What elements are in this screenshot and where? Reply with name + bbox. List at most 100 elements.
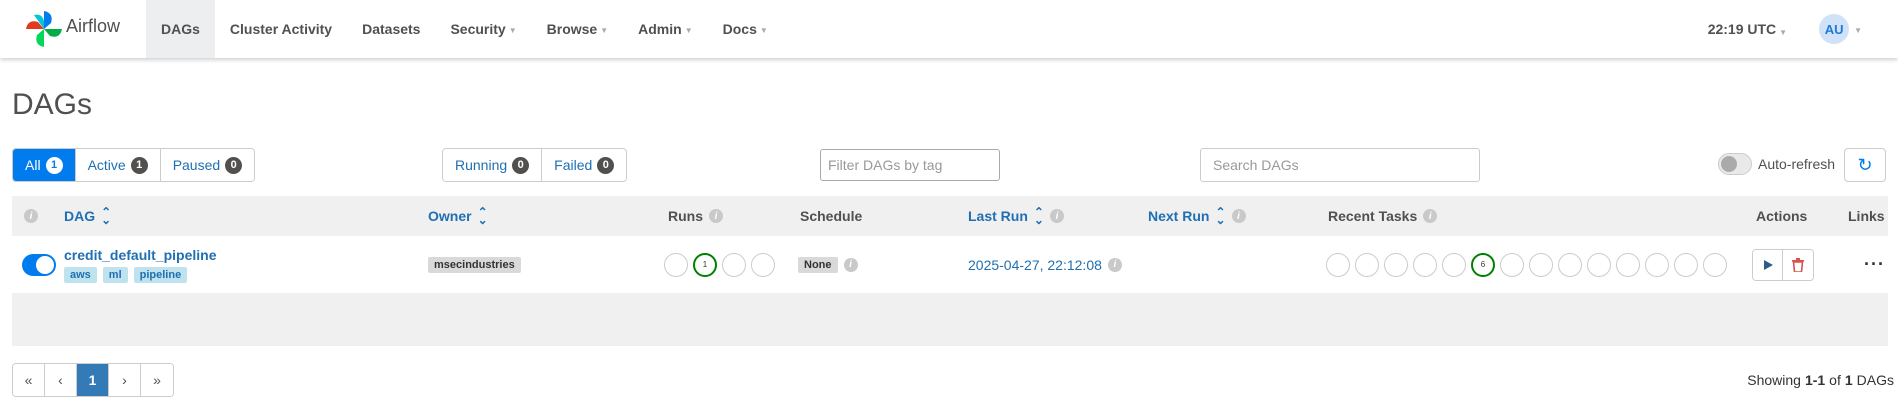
run-state-circle[interactable] xyxy=(722,252,746,277)
count-badge: 0 xyxy=(512,156,530,174)
tag-filter-input[interactable]: Filter DAGs by tag xyxy=(820,149,1000,181)
header-next-run[interactable]: Next Run ⌃ ⌄ i xyxy=(1148,196,1246,236)
current-page-button[interactable]: 1 xyxy=(77,364,109,396)
task-state-circle[interactable] xyxy=(1326,252,1350,277)
nav-label: Security xyxy=(450,21,506,37)
run-state-circle[interactable] xyxy=(664,252,688,277)
showing-prefix: Showing xyxy=(1747,372,1801,388)
tag-ml[interactable]: ml xyxy=(102,266,128,283)
header-label: Next Run xyxy=(1148,208,1210,224)
last-run-link[interactable]: 2025-04-27, 22:12:08 xyxy=(968,257,1102,273)
filter-failed-button[interactable]: Failed 0 xyxy=(542,149,627,181)
schedule-badge: None xyxy=(798,256,838,273)
table-header: i DAG ⌃ ⌄ Owner ⌃ ⌄ Runs i Schedule Last Run ⌃… xyxy=(12,196,1888,236)
owner-tag[interactable]: msecindustries xyxy=(428,256,521,273)
brand-name: Airflow xyxy=(66,15,121,36)
info-icon: i xyxy=(24,209,38,223)
dag-pause-toggle[interactable] xyxy=(22,253,56,276)
runs-cell: 1 xyxy=(664,236,780,293)
tag-aws[interactable]: aws xyxy=(64,266,97,283)
search-input[interactable]: Search DAGs xyxy=(1200,148,1480,182)
table-row: credit_default_pipeline aws ml pipeline … xyxy=(12,236,1888,293)
header-label: Actions xyxy=(1756,208,1808,224)
filter-label: Paused xyxy=(172,157,221,173)
header-label: Runs xyxy=(668,208,703,224)
nav-right: 22:19 UTC ▼ AU ▼ xyxy=(1708,0,1898,58)
dag-id-link[interactable]: credit_default_pipeline xyxy=(64,247,216,263)
task-success-circle[interactable]: 6 xyxy=(1471,252,1495,277)
caret-down-icon: ▼ xyxy=(1779,28,1788,37)
count-badge: 0 xyxy=(225,156,243,174)
last-page-button[interactable]: » xyxy=(141,364,173,396)
nav-browse[interactable]: Browse ▼ xyxy=(532,0,624,58)
nav-security[interactable]: Security ▼ xyxy=(435,0,531,58)
tag-pipeline[interactable]: pipeline xyxy=(133,266,188,283)
nav-datasets[interactable]: Datasets xyxy=(347,0,435,58)
next-page-button[interactable]: › xyxy=(109,364,141,396)
auto-refresh-label: Auto-refresh xyxy=(1758,156,1836,172)
dag-cell: credit_default_pipeline aws ml pipeline xyxy=(64,236,216,293)
nav-cluster-activity[interactable]: Cluster Activity xyxy=(215,0,347,58)
info-icon: i xyxy=(1423,209,1438,223)
nav-label: Cluster Activity xyxy=(229,21,333,37)
task-state-circle[interactable] xyxy=(1674,252,1698,277)
header-label: DAG xyxy=(64,208,96,224)
delete-dag-button[interactable] xyxy=(1783,249,1813,280)
utc-clock[interactable]: 22:19 UTC ▼ xyxy=(1708,21,1787,37)
task-state-circle[interactable] xyxy=(1500,252,1524,277)
run-state-circle[interactable] xyxy=(751,252,775,277)
caret-down-icon: ▼ xyxy=(600,25,609,35)
pagination: « ‹ 1 › » xyxy=(12,363,174,397)
filter-active-button[interactable]: Active 1 xyxy=(75,149,161,181)
task-state-circle[interactable] xyxy=(1587,252,1611,277)
header-label: Schedule xyxy=(800,208,863,224)
filter-all-button[interactable]: All 1 xyxy=(13,149,76,181)
header-dag[interactable]: DAG ⌃ ⌄ xyxy=(64,196,111,236)
nav-label: Browse xyxy=(546,21,598,37)
header-label: Last Run xyxy=(968,208,1028,224)
header-label: Owner xyxy=(428,208,472,224)
nav-dags[interactable]: DAGs xyxy=(146,0,215,58)
refresh-icon: ↻ xyxy=(1857,154,1873,175)
nav-label: Datasets xyxy=(362,21,421,37)
filter-label: All xyxy=(25,157,41,173)
more-links-icon[interactable]: ··· xyxy=(1864,254,1885,275)
task-state-circle[interactable] xyxy=(1413,252,1437,277)
dag-pause-toggle-cell xyxy=(22,236,56,293)
prev-page-button[interactable]: ‹ xyxy=(45,364,77,396)
sort-icon: ⌃ ⌄ xyxy=(1033,205,1044,227)
refresh-button[interactable]: ↻ xyxy=(1844,148,1886,182)
header-actions: Actions xyxy=(1756,196,1807,236)
trigger-dag-button[interactable] xyxy=(1753,249,1783,280)
task-state-circle[interactable] xyxy=(1703,252,1727,277)
nav-admin[interactable]: Admin ▼ xyxy=(623,0,707,58)
main-nav: DAGs Cluster Activity Datasets Security ▼… xyxy=(146,0,783,58)
header-owner[interactable]: Owner ⌃ ⌄ xyxy=(428,196,488,236)
info-icon: i xyxy=(1107,257,1122,272)
header-last-run[interactable]: Last Run ⌃ ⌄ i xyxy=(968,196,1064,236)
filter-label: Failed xyxy=(554,157,593,173)
airflow-logo[interactable]: Airflow xyxy=(24,8,120,50)
task-state-circle[interactable] xyxy=(1384,252,1408,277)
task-state-circle[interactable] xyxy=(1558,252,1582,277)
header-label: Links xyxy=(1848,208,1885,224)
task-state-circle[interactable] xyxy=(1616,252,1640,277)
filter-paused-button[interactable]: Paused 0 xyxy=(160,149,255,181)
auto-refresh-toggle[interactable] xyxy=(1718,153,1752,175)
filter-label: Running xyxy=(455,157,508,173)
info-icon: i xyxy=(1231,209,1246,223)
task-state-circle[interactable] xyxy=(1645,252,1669,277)
task-state-circle[interactable] xyxy=(1529,252,1553,277)
header-links: Links xyxy=(1848,196,1885,236)
nav-docs[interactable]: Docs ▼ xyxy=(708,0,783,58)
first-page-button[interactable]: « xyxy=(13,364,45,396)
page-title: DAGs xyxy=(12,88,93,121)
sort-icon: ⌃ ⌄ xyxy=(1215,205,1226,227)
filter-running-button[interactable]: Running 0 xyxy=(443,149,543,181)
header-info: i xyxy=(24,196,38,236)
task-state-circle[interactable] xyxy=(1442,252,1466,277)
run-success-circle[interactable]: 1 xyxy=(693,252,717,277)
task-state-circle[interactable] xyxy=(1355,252,1379,277)
caret-down-icon: ▼ xyxy=(759,25,768,35)
user-avatar[interactable]: AU xyxy=(1819,14,1850,44)
